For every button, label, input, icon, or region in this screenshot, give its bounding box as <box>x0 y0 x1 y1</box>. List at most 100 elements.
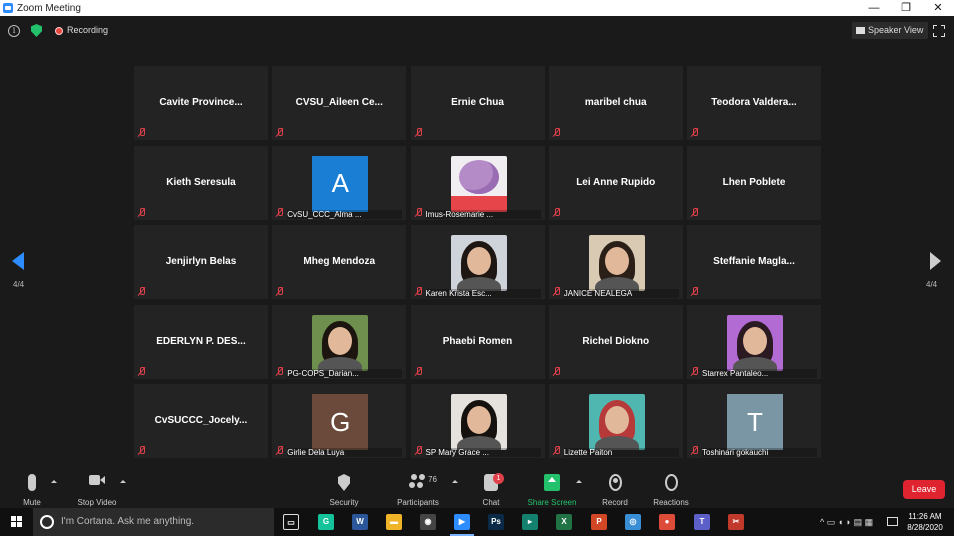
window-title: Zoom Meeting <box>17 2 81 14</box>
participant-tile[interactable]: Karen Krista Esc... <box>410 225 545 299</box>
encryption-shield-icon[interactable] <box>31 24 42 37</box>
speaker-view-button[interactable]: Speaker View <box>852 22 929 39</box>
participant-tile[interactable]: Lei Anne Rupido <box>548 145 683 220</box>
windows-start-icon[interactable] <box>11 516 23 528</box>
participant-label: Starrex Pantaleo... <box>702 368 817 378</box>
participant-label: PG-COPS_Darian... <box>287 368 403 378</box>
participant-tile[interactable]: T Toshinari gokauchi <box>687 384 821 458</box>
snipping-tool-icon[interactable]: ✂ <box>728 514 744 530</box>
muted-mic-icon <box>414 287 423 296</box>
participants-chevron-icon[interactable] <box>452 480 458 483</box>
participant-tile[interactable]: A CvSU_CCC_Alma ... <box>272 145 407 220</box>
participant-tile[interactable]: Lhen Poblete <box>687 145 821 220</box>
participants-count: 76 <box>428 475 437 484</box>
participant-tile[interactable]: Kieth Seresula <box>134 145 268 220</box>
system-tray-icons[interactable]: ^ ▭ ◖ ◗ ▤ ▦ <box>820 517 873 528</box>
teams-icon[interactable]: T <box>694 514 710 530</box>
previous-page-arrow-icon[interactable] <box>12 252 24 270</box>
photoshop-icon[interactable]: Ps <box>488 514 504 530</box>
next-page-arrow-icon[interactable] <box>930 252 941 270</box>
stop-video-button[interactable]: Stop Video <box>74 474 120 507</box>
file-explorer-icon[interactable]: ▬ <box>386 514 402 530</box>
security-button[interactable]: Security <box>326 474 362 507</box>
record-label: Record <box>602 498 628 507</box>
share-screen-icon <box>544 474 560 491</box>
participant-tile[interactable]: Phaebi Romen <box>410 304 545 379</box>
muted-mic-icon <box>275 366 284 376</box>
muted-mic-icon <box>275 287 284 296</box>
muted-mic-icon <box>690 128 699 137</box>
reactions-button[interactable]: Reactions <box>650 474 692 507</box>
record-button[interactable]: Record <box>598 474 632 507</box>
video-options-chevron-icon[interactable] <box>120 480 126 483</box>
camera-app-icon[interactable]: ◉ <box>420 514 436 530</box>
word-icon[interactable]: W <box>352 514 368 530</box>
participant-tile[interactable]: G Girlie Dela Luya <box>272 384 407 458</box>
participant-tile[interactable]: Steffanie Magla... <box>687 225 821 299</box>
leave-meeting-button[interactable]: Leave <box>903 480 945 499</box>
muted-mic-icon <box>414 128 423 137</box>
recording-icon <box>55 27 63 35</box>
muted-mic-icon <box>552 287 561 296</box>
audio-options-chevron-icon[interactable] <box>51 480 57 483</box>
participant-tile[interactable]: Cavite Province... <box>134 66 268 140</box>
taskbar-clock[interactable]: 11:26 AM 8/28/2020 <box>905 511 945 533</box>
task-view-icon[interactable]: ▭ <box>283 514 299 530</box>
recording-label: Recording <box>67 25 109 35</box>
participant-label: Imus-Rosemarie ... <box>425 209 541 219</box>
participant-tile[interactable]: EDERLYN P. DES... <box>134 304 268 379</box>
minimize-button[interactable]: — <box>858 0 890 16</box>
share-screen-button[interactable]: Share Screen <box>526 474 578 507</box>
share-options-chevron-icon[interactable] <box>576 480 582 483</box>
meeting-topbar: i Recording Speaker View <box>0 16 954 46</box>
close-button[interactable]: ✕ <box>922 0 954 16</box>
participant-name: Phaebi Romen <box>442 335 513 347</box>
participants-label: Participants <box>397 498 439 507</box>
muted-mic-icon <box>137 287 146 296</box>
participant-tile[interactable]: maribel chua <box>548 66 683 140</box>
participant-tile[interactable]: SP Mary Grace ... <box>410 384 545 458</box>
muted-mic-icon <box>690 366 699 376</box>
participant-name: CvSUCCC_Jocely... <box>154 415 248 426</box>
participant-tile[interactable]: PG-COPS_Darian... <box>272 304 407 379</box>
participant-tile[interactable]: CVSU_Aileen Ce... <box>272 66 407 140</box>
participant-tile[interactable]: Teodora Valdera... <box>687 66 821 140</box>
info-icon[interactable]: i <box>8 25 20 37</box>
muted-mic-icon <box>690 446 699 455</box>
page-indicator-left: 4/4 <box>13 280 25 289</box>
participant-label: CvSU_CCC_Alma ... <box>287 209 403 219</box>
participants-icon <box>409 474 427 491</box>
window-titlebar: Zoom Meeting — ❐ ✕ <box>0 0 954 16</box>
fullscreen-icon[interactable] <box>933 25 945 37</box>
participant-tile[interactable]: Jenjirlyn Belas <box>134 225 268 299</box>
zoom-app-icon[interactable]: ▶ <box>450 514 474 536</box>
participant-tile[interactable]: Imus-Rosemarie ... <box>410 145 545 220</box>
mute-button[interactable]: Mute <box>18 474 46 507</box>
muted-mic-icon <box>137 207 146 217</box>
participant-tile[interactable]: JANICE NEALEGA <box>548 225 683 299</box>
participant-tile[interactable]: Starrex Pantaleo... <box>687 304 821 379</box>
participant-video <box>727 314 783 371</box>
participant-tile[interactable]: CvSUCCC_Jocely... <box>134 384 268 458</box>
action-center-icon[interactable] <box>887 517 898 526</box>
cortana-search-box[interactable]: I'm Cortana. Ask me anything. <box>33 508 274 536</box>
excel-icon[interactable]: X <box>556 514 572 530</box>
participant-avatar: T <box>727 394 783 450</box>
participant-name: Kieth Seresula <box>166 176 236 188</box>
grammarly-icon[interactable]: G <box>318 514 334 530</box>
muted-mic-icon <box>137 446 146 455</box>
powerpoint-icon[interactable]: P <box>591 514 607 530</box>
maps-icon[interactable]: ◎ <box>625 514 641 530</box>
participant-tile[interactable]: Mheg Mendoza <box>272 225 407 299</box>
participant-tile[interactable]: Lizette Paiton <box>548 384 683 458</box>
participant-tile[interactable]: Ernie Chua <box>410 66 545 140</box>
participant-video <box>450 235 507 291</box>
participant-label: Girlie Dela Luya <box>287 448 403 457</box>
participant-tile[interactable]: Richel Diokno <box>548 304 683 379</box>
zoom-logo-icon <box>3 3 13 13</box>
chrome-icon[interactable]: ● <box>659 514 675 530</box>
participant-name: Lei Anne Rupido <box>576 176 656 188</box>
sway-icon[interactable]: ▸ <box>522 514 538 530</box>
restore-button[interactable]: ❐ <box>890 0 922 16</box>
participant-label: Lizette Paiton <box>563 448 679 457</box>
